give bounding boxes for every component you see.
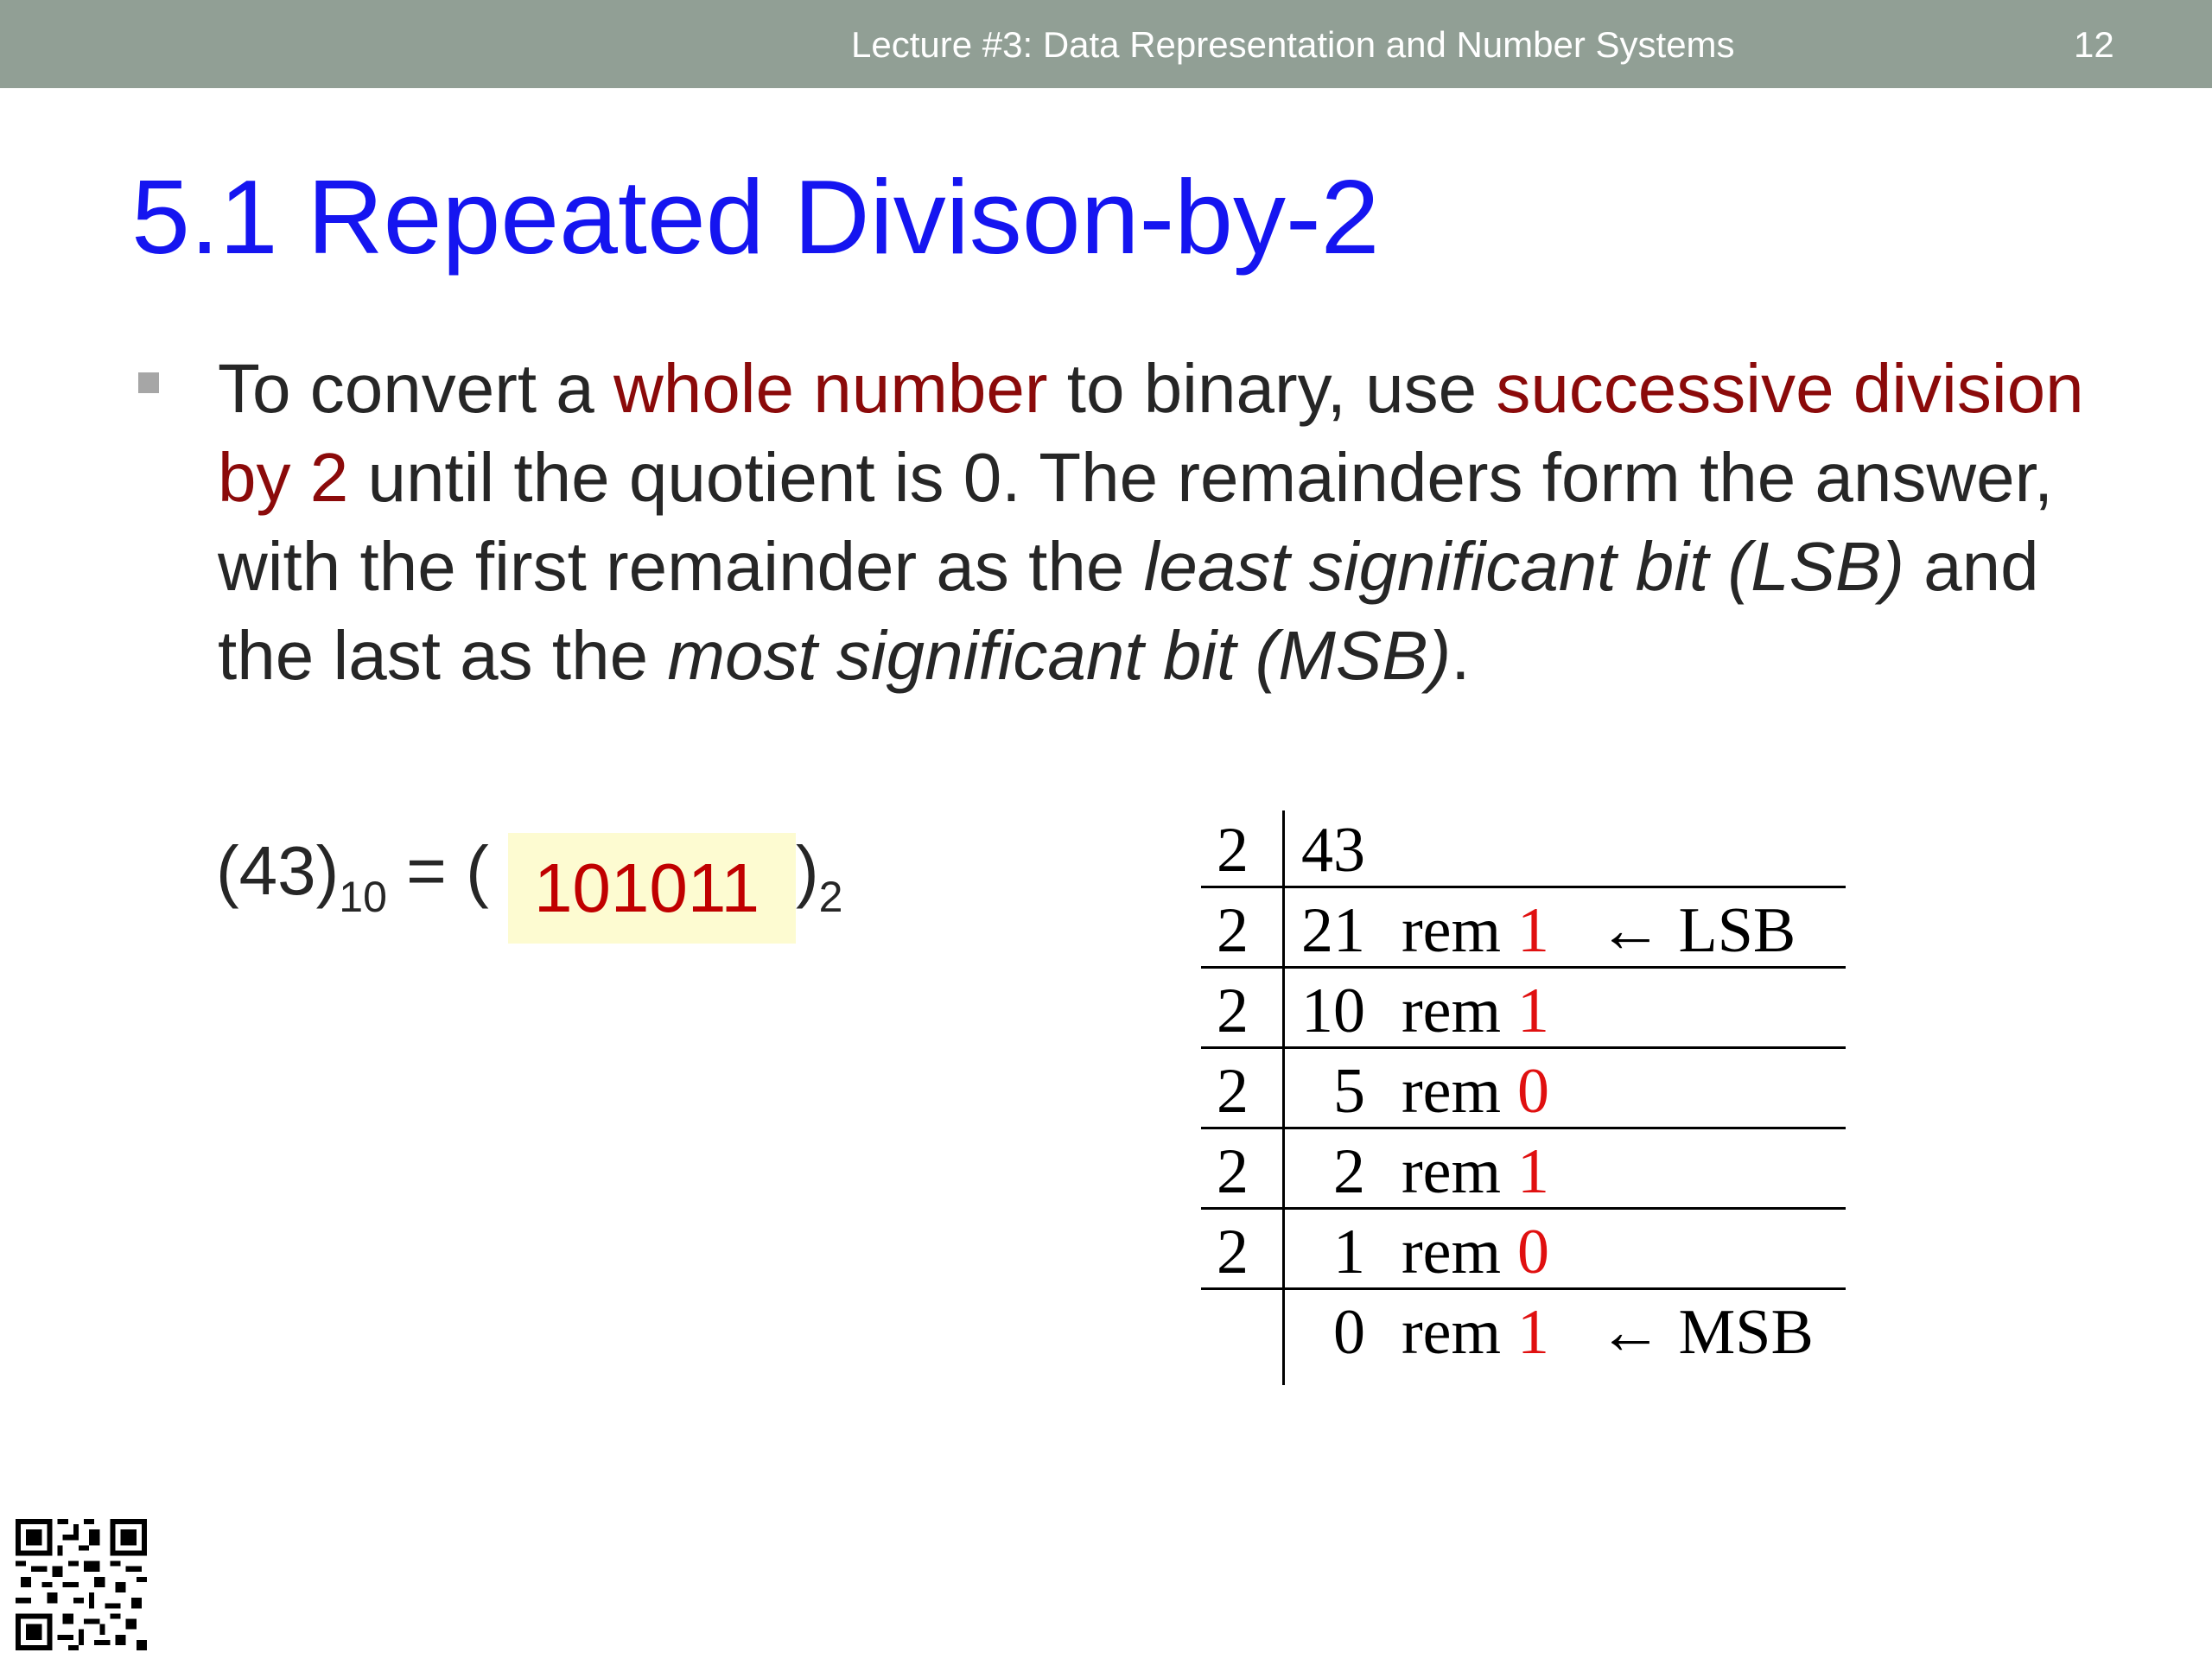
decimal-base: 10 bbox=[339, 873, 387, 921]
conversion-equation: (43)10 = ( 101011)2 bbox=[216, 828, 842, 944]
remainder-bit: 1 bbox=[1517, 895, 1549, 966]
rem-label: rem bbox=[1402, 895, 1502, 966]
qr-code-icon bbox=[16, 1519, 147, 1650]
bullet-text-part: to binary, use bbox=[1047, 350, 1497, 427]
close-paren: ) bbox=[795, 832, 819, 909]
binary-base: 2 bbox=[818, 873, 843, 921]
remainder-bit: 0 bbox=[1517, 1056, 1549, 1127]
remainder-bit: 1 bbox=[1517, 976, 1549, 1046]
bullet-square-icon bbox=[138, 372, 159, 393]
equals-open: = ( bbox=[386, 832, 508, 909]
bullet-text-part: To convert a bbox=[218, 350, 614, 427]
bit-position-note: ← LSB bbox=[1599, 895, 1796, 966]
lsb-term: least significant bit (LSB) bbox=[1143, 528, 1904, 605]
division-row: 2 21 rem 1 ← LSB bbox=[1201, 888, 1846, 969]
binary-answer: 101011 bbox=[507, 833, 796, 944]
quotient-cell: 10 bbox=[1301, 976, 1365, 1046]
decimal-value: (43) bbox=[216, 832, 340, 909]
bit-position-note: ← MSB bbox=[1599, 1297, 1814, 1368]
bullet-text: To convert a whole number to binary, use… bbox=[218, 344, 2119, 700]
rem-label: rem bbox=[1402, 1056, 1502, 1127]
division-row: 2 10 rem 1 bbox=[1201, 969, 1846, 1049]
highlight-whole-number: whole number bbox=[613, 350, 1048, 427]
remainder-bit: 0 bbox=[1517, 1217, 1549, 1287]
quotient-cell: 5 bbox=[1333, 1056, 1365, 1127]
header-bar: Lecture #3: Data Representation and Numb… bbox=[0, 0, 2212, 88]
rem-label: rem bbox=[1402, 1136, 1502, 1207]
rem-label: rem bbox=[1402, 976, 1502, 1046]
quotient-cell: 1 bbox=[1333, 1217, 1365, 1287]
quotient-cell: 0 bbox=[1333, 1297, 1365, 1368]
division-row: 2 2 rem 1 bbox=[1201, 1129, 1846, 1210]
division-row: 2 43 bbox=[1201, 808, 1846, 888]
lecture-title: Lecture #3: Data Representation and Numb… bbox=[851, 24, 1735, 65]
quotient-cell: 21 bbox=[1301, 895, 1365, 966]
page-number: 12 bbox=[2074, 24, 2114, 65]
division-row: 2 5 rem 0 bbox=[1201, 1049, 1846, 1129]
remainder-bit: 1 bbox=[1517, 1297, 1549, 1368]
msb-term: most significant bit (MSB) bbox=[667, 617, 1452, 694]
quotient-cell: 43 bbox=[1301, 815, 1365, 886]
rem-label: rem bbox=[1402, 1297, 1502, 1368]
slide-title: 5.1 Repeated Divison-by-2 bbox=[131, 158, 1380, 276]
division-row: 2 1 rem 0 bbox=[1201, 1210, 1846, 1290]
division-row: 0 rem 1 ← MSB bbox=[1201, 1290, 1846, 1370]
rem-label: rem bbox=[1402, 1217, 1502, 1287]
remainder-bit: 1 bbox=[1517, 1136, 1549, 1207]
quotient-cell: 2 bbox=[1333, 1136, 1365, 1207]
bullet-text-part: . bbox=[1451, 617, 1471, 694]
